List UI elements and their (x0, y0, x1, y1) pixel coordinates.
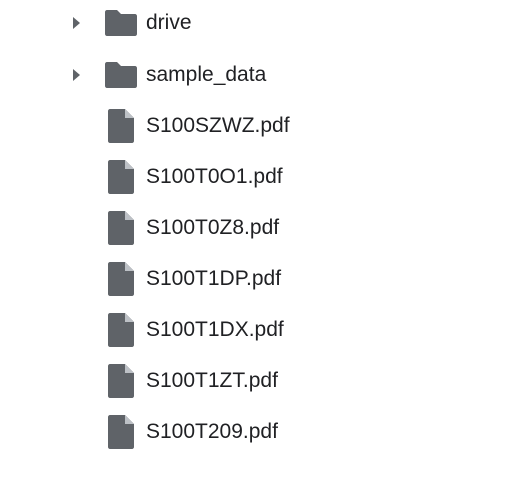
tree-item-label: S100SZWZ.pdf (146, 114, 290, 137)
folder-icon (102, 3, 140, 43)
file-icon (102, 106, 140, 146)
file-icon (102, 259, 140, 299)
tree-item-file[interactable]: S100T0O1.pdf (66, 157, 506, 197)
tree-item-label: sample_data (146, 63, 267, 86)
tree-item-label: S100T0Z8.pdf (146, 216, 280, 239)
tree-item-sample-data[interactable]: sample_data (66, 55, 506, 95)
chevron-right-icon[interactable] (66, 65, 86, 85)
tree-item-label: S100T1DX.pdf (146, 318, 284, 341)
file-icon (102, 208, 140, 248)
chevron-right-icon[interactable] (66, 13, 86, 33)
tree-item-file[interactable]: S100T1DX.pdf (66, 310, 506, 350)
tree-item-label: S100T1ZT.pdf (146, 369, 278, 392)
tree-item-label: S100T0O1.pdf (146, 165, 283, 188)
file-icon (102, 157, 140, 197)
folder-icon (102, 55, 140, 95)
tree-item-file[interactable]: S100T1DP.pdf (66, 259, 506, 299)
tree-item-file[interactable]: S100T0Z8.pdf (66, 208, 506, 248)
tree-item-drive[interactable]: drive (66, 3, 506, 43)
file-icon (102, 310, 140, 350)
tree-item-label: S100T1DP.pdf (146, 267, 282, 290)
tree-item-label: drive (146, 11, 192, 34)
tree-item-file[interactable]: S100T1ZT.pdf (66, 361, 506, 401)
tree-item-file[interactable]: S100T209.pdf (66, 412, 506, 452)
file-tree: drive sample_data S100SZWZ.pdf S100T0O1.… (0, 0, 532, 484)
file-icon (102, 361, 140, 401)
tree-item-label: S100T209.pdf (146, 420, 278, 443)
tree-item-file[interactable]: S100SZWZ.pdf (66, 106, 506, 146)
file-icon (102, 412, 140, 452)
